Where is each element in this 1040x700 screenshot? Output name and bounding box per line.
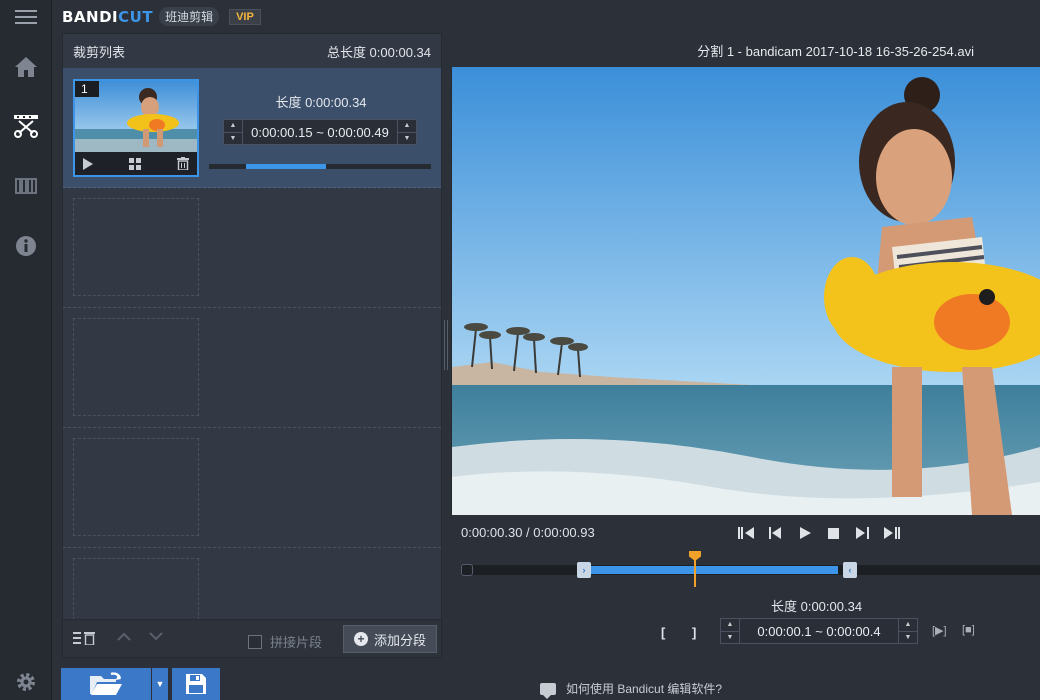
segment-range-editor: ▲ ▼ 0:00:00.15 ~ 0:00:00.49 ▲ ▼ bbox=[223, 119, 431, 145]
timeline-start-handle[interactable] bbox=[461, 564, 473, 576]
segment-range-input[interactable]: 0:00:00.15 ~ 0:00:00.49 bbox=[243, 119, 397, 145]
selection-range[interactable] bbox=[583, 566, 838, 574]
file-title: 分割 1 - bandicam 2017-10-18 16-35-26-254.… bbox=[697, 43, 974, 59]
clear-list-icon[interactable] bbox=[73, 631, 97, 645]
segment-list-title: 裁剪列表 bbox=[73, 44, 126, 60]
checkbox-box[interactable] bbox=[248, 634, 262, 649]
segment-position-bar bbox=[209, 164, 431, 169]
empty-thumbnail-slot bbox=[73, 438, 199, 536]
left-rail bbox=[0, 0, 52, 700]
timeline[interactable]: › ‹ bbox=[451, 551, 1040, 591]
empty-segment-slot bbox=[63, 188, 441, 308]
down-icon[interactable]: ▼ bbox=[721, 632, 739, 644]
player-header: 分割 1 - bandicam 2017-10-18 16-35-26-254.… bbox=[451, 33, 1040, 67]
plus-icon: + bbox=[353, 632, 368, 646]
trash-icon[interactable] bbox=[177, 157, 189, 170]
segment-length: 长度 0:00:00.34 bbox=[275, 95, 367, 110]
stop-selection-icon[interactable]: [■] bbox=[962, 624, 975, 636]
folder-open-icon bbox=[90, 672, 122, 695]
up-icon[interactable]: ▲ bbox=[899, 619, 917, 632]
playhead-knob[interactable] bbox=[689, 551, 701, 561]
prev-segment-icon[interactable] bbox=[737, 524, 755, 542]
range-controls: 长度 0:00:00.34 [ ] ▲ ▼ 0:00:00.1 ~ 0:00:00… bbox=[451, 591, 1040, 658]
bandicut-window: BANDICUT 班迪剪辑 VIP 裁剪列表 总长度 0:00:00.34 1 … bbox=[0, 0, 1040, 700]
segment-thumbnail[interactable]: 1 bbox=[73, 79, 199, 177]
next-segment-icon[interactable] bbox=[883, 524, 901, 542]
move-down-icon[interactable] bbox=[149, 632, 163, 641]
app-logo: BANDICUT bbox=[62, 7, 154, 26]
play-icon[interactable] bbox=[83, 157, 93, 170]
top-bar: BANDICUT 班迪剪辑 VIP bbox=[52, 0, 1040, 33]
add-segment-label: 添加分段 bbox=[373, 632, 426, 648]
down-icon[interactable]: ▼ bbox=[224, 133, 242, 145]
bottom-bar: ▼ 如何使用 Bandicut 编辑软件? bbox=[52, 658, 1040, 700]
playhead[interactable] bbox=[689, 551, 701, 587]
play-selection-icon[interactable]: [▶] bbox=[932, 624, 947, 637]
current-time: 0:00:00.30 / 0:00:00.93 bbox=[461, 525, 595, 540]
panel-splitter[interactable] bbox=[444, 320, 448, 370]
add-segment-button[interactable]: + 添加分段 bbox=[343, 625, 437, 653]
save-button[interactable] bbox=[172, 668, 220, 700]
selection-end-handle[interactable]: ‹ bbox=[843, 562, 857, 578]
selection-range-input[interactable]: 0:00:00.1 ~ 0:00:00.4 bbox=[740, 618, 898, 644]
segment-list-panel: 裁剪列表 总长度 0:00:00.34 1 长度 0:00:00.34 ▲ ▼ … bbox=[62, 33, 442, 658]
info-icon[interactable] bbox=[0, 226, 52, 266]
help-link[interactable]: 如何使用 Bandicut 编辑软件? bbox=[540, 680, 722, 699]
down-icon[interactable]: ▼ bbox=[899, 632, 917, 644]
start-time-stepper[interactable]: ▲ ▼ bbox=[223, 119, 243, 145]
set-end-icon[interactable]: ] bbox=[692, 625, 696, 640]
start-time-stepper[interactable]: ▲ ▼ bbox=[720, 618, 740, 644]
total-length: 总长度 0:00:00.34 bbox=[326, 44, 431, 60]
settings-icon[interactable] bbox=[0, 664, 52, 700]
join-segments-label: 拼接片段 bbox=[270, 635, 323, 650]
home-icon[interactable] bbox=[0, 47, 52, 87]
next-frame-icon[interactable] bbox=[853, 524, 871, 542]
up-icon[interactable]: ▲ bbox=[398, 120, 416, 133]
app-cn-name: 班迪剪辑 bbox=[159, 7, 220, 26]
empty-segment-slot bbox=[63, 548, 441, 620]
segment-position-fill bbox=[246, 164, 326, 169]
segment-info: 长度 0:00:00.34 ▲ ▼ 0:00:00.15 ~ 0:00:00.49… bbox=[221, 92, 431, 145]
floppy-disk-icon bbox=[186, 674, 206, 694]
open-options-dropdown[interactable]: ▼ bbox=[152, 668, 168, 700]
prev-frame-icon[interactable] bbox=[766, 524, 784, 542]
segment-item-1[interactable]: 1 长度 0:00:00.34 ▲ ▼ 0:00:00.15 ~ 0:00:00.… bbox=[63, 68, 441, 188]
selection-start-handle[interactable]: › bbox=[577, 562, 591, 578]
grid-icon[interactable] bbox=[129, 157, 141, 170]
film-icon[interactable] bbox=[0, 166, 52, 206]
empty-segment-slot bbox=[63, 428, 441, 548]
up-icon[interactable]: ▲ bbox=[721, 619, 739, 632]
set-start-icon[interactable]: [ bbox=[661, 625, 665, 640]
cut-icon[interactable] bbox=[0, 106, 52, 146]
video-preview[interactable] bbox=[452, 67, 1040, 515]
segment-list-header: 裁剪列表 总长度 0:00:00.34 bbox=[63, 34, 441, 68]
vip-badge[interactable]: VIP bbox=[229, 8, 261, 25]
video-player: 分割 1 - bandicam 2017-10-18 16-35-26-254.… bbox=[451, 33, 1040, 658]
open-file-button[interactable] bbox=[61, 668, 151, 700]
empty-segment-slot bbox=[63, 308, 441, 428]
thumbnail-controls bbox=[75, 152, 197, 175]
chat-bubble-icon bbox=[540, 682, 556, 699]
up-icon[interactable]: ▲ bbox=[224, 120, 242, 133]
empty-thumbnail-slot bbox=[73, 318, 199, 416]
help-text[interactable]: 如何使用 Bandicut 编辑软件? bbox=[566, 680, 722, 697]
stop-icon[interactable] bbox=[824, 524, 842, 542]
end-time-stepper[interactable]: ▲ ▼ bbox=[898, 618, 918, 644]
chevron-down-icon[interactable]: ▼ bbox=[156, 679, 165, 689]
join-segments-checkbox[interactable]: 拼接片段 bbox=[248, 632, 322, 651]
segment-list-footer: 拼接片段 + 添加分段 bbox=[63, 619, 441, 657]
segment-number: 1 bbox=[75, 81, 99, 97]
end-time-stepper[interactable]: ▲ ▼ bbox=[397, 119, 417, 145]
play-icon[interactable] bbox=[796, 524, 814, 542]
empty-thumbnail-slot bbox=[73, 198, 199, 296]
move-up-icon[interactable] bbox=[117, 632, 131, 641]
playback-controls: 0:00:00.30 / 0:00:00.93 bbox=[451, 515, 1040, 551]
menu-icon[interactable] bbox=[0, 0, 52, 33]
selection-length: 长度 0:00:00.34 bbox=[771, 599, 863, 614]
selection-range-editor: ▲ ▼ 0:00:00.1 ~ 0:00:00.4 ▲ ▼ bbox=[720, 618, 918, 644]
down-icon[interactable]: ▼ bbox=[398, 133, 416, 145]
empty-thumbnail-slot bbox=[73, 558, 199, 620]
